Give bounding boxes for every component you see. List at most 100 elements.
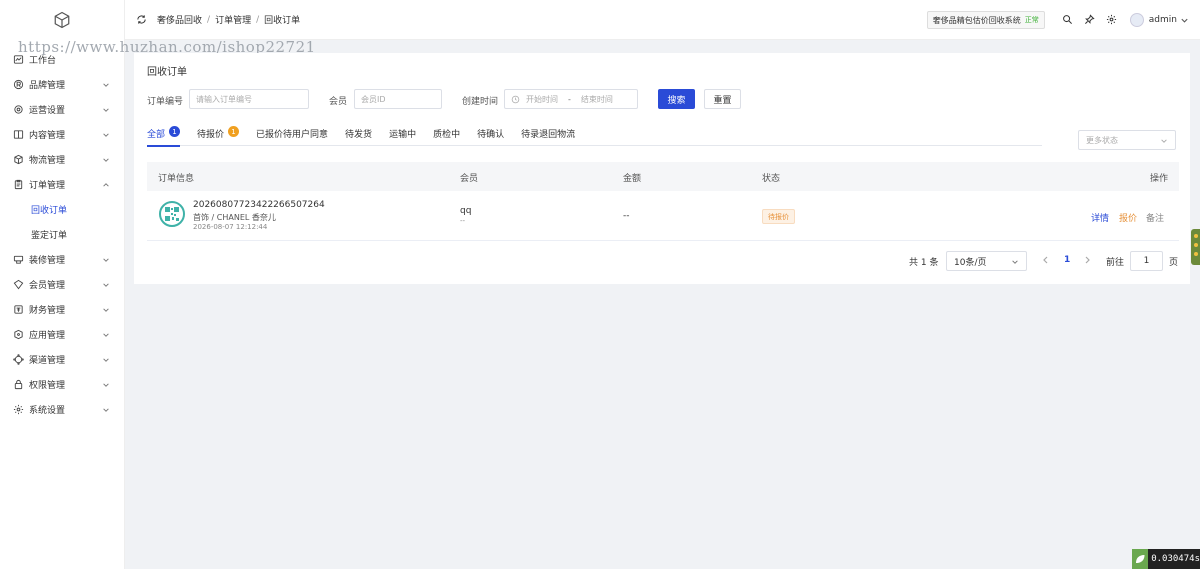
sidebar-subitem-recycle-orders[interactable]: 回收订单 xyxy=(0,197,124,222)
sidebar-nav: 工作台 品牌管理 运营设置 内容管理 物流管理 订单管理 回收订单 鉴定订单 装… xyxy=(0,40,124,422)
render-timer-badge: 0.030474s xyxy=(1132,549,1200,569)
date-range-picker[interactable]: 开始时间 - 结束时间 xyxy=(504,89,638,109)
sidebar-item-content[interactable]: 内容管理 xyxy=(0,122,124,147)
chevron-down-icon xyxy=(102,106,110,114)
more-status-placeholder: 更多状态 xyxy=(1086,135,1118,145)
sidebar-item-label: 装修管理 xyxy=(29,256,66,266)
member-id-input[interactable]: 会员ID xyxy=(354,89,442,109)
detail-link[interactable]: 详情 xyxy=(1091,211,1109,224)
tab-count-badge: 1 xyxy=(169,126,181,137)
member-sub: -- xyxy=(460,217,466,225)
refresh-icon[interactable] xyxy=(136,14,148,26)
sidebar-item-permissions[interactable]: 权限管理 xyxy=(0,372,124,397)
order-no-label: 订单编号 xyxy=(147,97,184,107)
clipboard-icon xyxy=(12,179,24,191)
chevron-down-icon xyxy=(1011,258,1019,266)
order-no-input[interactable]: 请输入订单编号 xyxy=(189,89,309,109)
sidebar-item-label: 内容管理 xyxy=(29,131,66,141)
registered-icon xyxy=(12,79,24,91)
sidebar-item-system[interactable]: 系统设置 xyxy=(0,397,124,422)
member-icon xyxy=(12,279,24,291)
quote-link[interactable]: 报价 xyxy=(1119,211,1137,224)
chevron-down-icon[interactable] xyxy=(1180,16,1189,25)
sidebar: 工作台 品牌管理 运营设置 内容管理 物流管理 订单管理 回收订单 鉴定订单 装… xyxy=(0,0,125,569)
end-time-placeholder: 结束时间 xyxy=(580,94,613,104)
tab-all[interactable]: 全部 1 xyxy=(147,126,181,147)
sidebar-item-brand[interactable]: 品牌管理 xyxy=(0,72,124,97)
channel-icon xyxy=(12,354,24,366)
sidebar-item-label: 系统设置 xyxy=(29,406,66,416)
column-header-actions: 操作 xyxy=(1149,174,1168,184)
more-status-select[interactable]: 更多状态 xyxy=(1078,130,1176,150)
page-title: 回收订单 xyxy=(147,67,187,78)
search-button[interactable]: 搜索 xyxy=(658,89,695,109)
system-name-badge: 奢侈品精包估价回收系统 正常 xyxy=(926,11,1045,29)
breadcrumb-separator: / xyxy=(207,14,211,25)
book-icon xyxy=(12,129,24,141)
qr-code-icon xyxy=(165,207,179,221)
settings-icon xyxy=(12,104,24,116)
goto-page-input[interactable]: 1 xyxy=(1130,251,1163,271)
logo xyxy=(0,0,124,40)
pin-icon[interactable] xyxy=(1084,14,1096,26)
sidebar-item-label: 订单管理 xyxy=(29,181,66,191)
member-id-placeholder: 会员ID xyxy=(361,94,386,104)
tab-pending-shipment[interactable]: 待发货 xyxy=(345,127,372,146)
current-page[interactable]: 1 xyxy=(1064,255,1070,265)
remark-link[interactable]: 备注 xyxy=(1146,211,1164,224)
breadcrumb-item-current: 回收订单 xyxy=(264,16,301,26)
tab-in-transit[interactable]: 运输中 xyxy=(389,127,416,146)
sidebar-item-finance[interactable]: 财务管理 xyxy=(0,297,124,322)
username[interactable]: admin xyxy=(1149,15,1177,25)
main-card: 回收订单 订单编号 请输入订单编号 会员 会员ID 创建时间 开始时间 - 结束… xyxy=(134,53,1190,284)
sidebar-item-members[interactable]: 会员管理 xyxy=(0,272,124,297)
tab-pending-quote[interactable]: 待报价 1 xyxy=(197,126,240,146)
product-name: 首饰 / CHANEL 香奈儿 xyxy=(193,213,276,222)
sidebar-item-label: 运营设置 xyxy=(29,106,66,116)
column-header-amount: 金额 xyxy=(623,174,642,184)
breadcrumb-item[interactable]: 奢侈品回收 xyxy=(157,13,202,26)
sidebar-item-decoration[interactable]: 装修管理 xyxy=(0,247,124,272)
gear-icon[interactable] xyxy=(1106,14,1118,26)
sidebar-item-logistics[interactable]: 物流管理 xyxy=(0,147,124,172)
page-unit-label: 页 xyxy=(1169,257,1179,268)
tab-quality-check[interactable]: 质检中 xyxy=(433,127,460,146)
range-separator: - xyxy=(568,94,571,104)
avatar[interactable] xyxy=(1129,13,1144,27)
status-badge: 待报价 xyxy=(762,209,795,224)
column-header-order-info: 订单信息 xyxy=(158,174,195,184)
sidebar-item-operations[interactable]: 运营设置 xyxy=(0,97,124,122)
breadcrumb-item[interactable]: 订单管理 xyxy=(215,13,251,26)
pagination-total: 共 1 条 xyxy=(909,257,939,268)
app-icon xyxy=(12,329,24,341)
sidebar-item-apps[interactable]: 应用管理 xyxy=(0,322,124,347)
header-actions: 奢侈品精包估价回收系统 正常 admin xyxy=(926,0,1189,40)
start-time-placeholder: 开始时间 xyxy=(526,94,558,104)
next-page-icon[interactable] xyxy=(1083,255,1091,265)
top-header: 奢侈品回收 / 订单管理 / 回收订单 奢侈品精包估价回收系统 正常 admin xyxy=(125,0,1200,40)
lock-icon xyxy=(12,379,24,391)
tab-count-badge: 1 xyxy=(228,126,240,137)
tab-pending-confirm[interactable]: 待确认 xyxy=(477,127,504,146)
sidebar-item-label: 物流管理 xyxy=(29,156,66,166)
side-float-tab[interactable] xyxy=(1191,229,1200,265)
reset-button[interactable]: 重置 xyxy=(704,89,741,109)
sidebar-subitem-appraisal-orders[interactable]: 鉴定订单 xyxy=(0,222,124,247)
decorate-icon xyxy=(12,254,24,266)
chevron-down-icon xyxy=(102,156,110,164)
tab-quoted-awaiting-user[interactable]: 已报价待用户同意 xyxy=(256,127,328,146)
search-icon[interactable] xyxy=(1062,14,1074,26)
render-time: 0.030474s xyxy=(1151,554,1200,564)
created-at: 2026-08-07 12:12:44 xyxy=(193,223,268,231)
sidebar-item-channels[interactable]: 渠道管理 xyxy=(0,347,124,372)
page-size-select[interactable]: 10条/页 xyxy=(946,251,1027,271)
chevron-down-icon xyxy=(102,131,110,139)
sidebar-item-label: 应用管理 xyxy=(29,331,66,341)
tab-return-logistics[interactable]: 待录退回物流 xyxy=(521,127,575,146)
sidebar-item-orders[interactable]: 订单管理 xyxy=(0,172,124,197)
chevron-down-icon xyxy=(102,331,110,339)
table-header: 订单信息 会员 金额 状态 操作 xyxy=(147,162,1179,191)
prev-page-icon[interactable] xyxy=(1042,255,1050,265)
box-icon xyxy=(12,154,24,166)
gear-icon xyxy=(12,404,24,416)
